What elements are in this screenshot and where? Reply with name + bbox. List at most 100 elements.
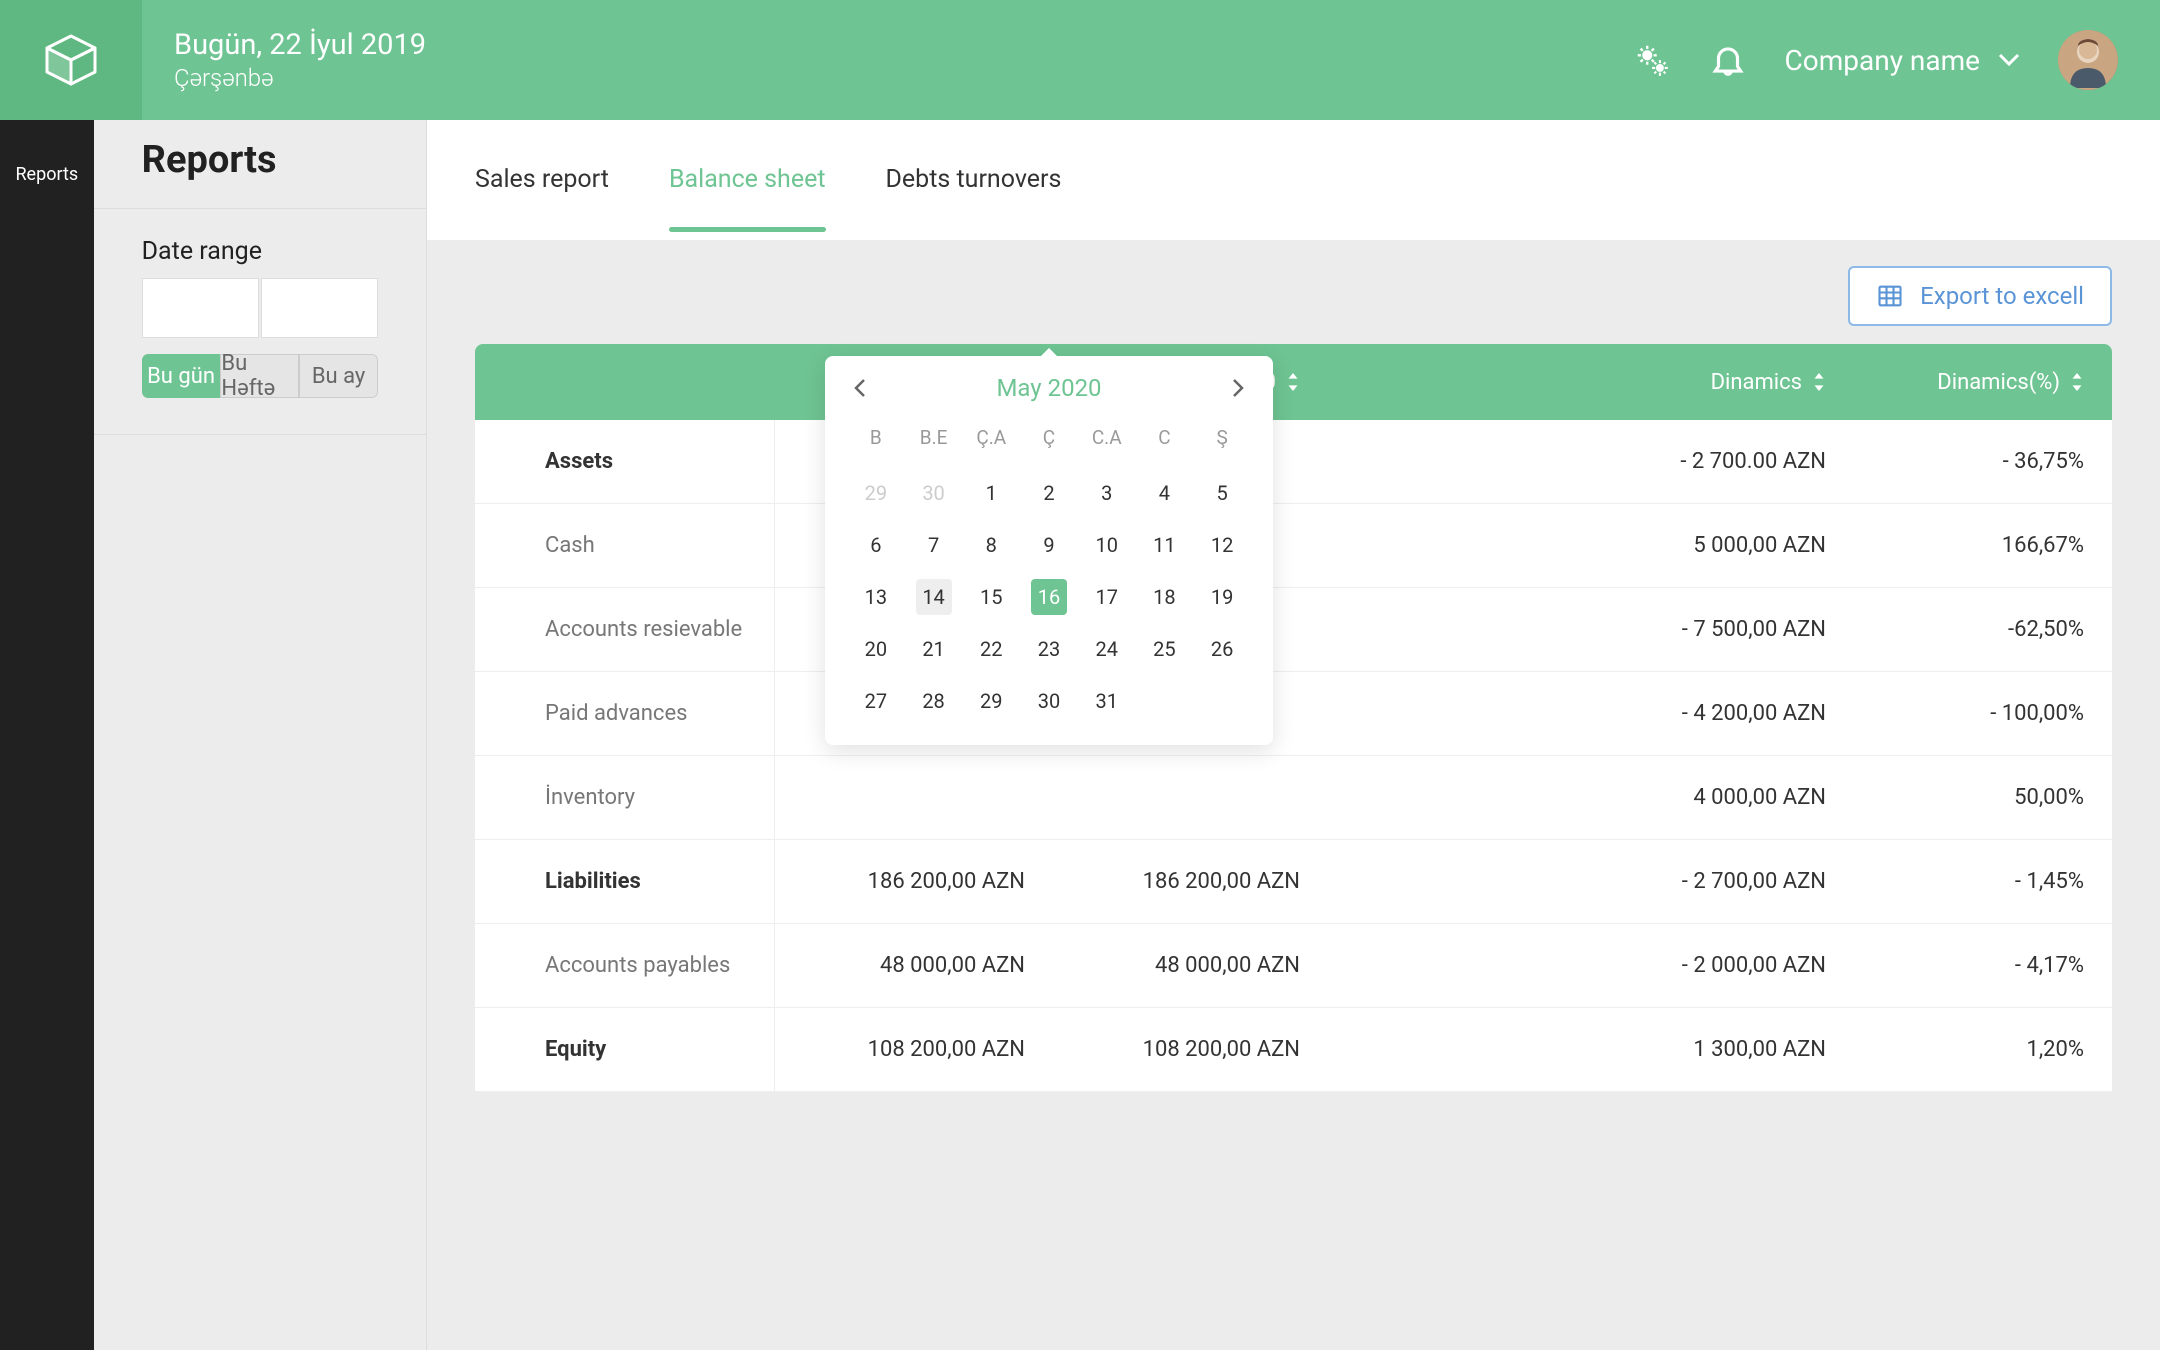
calendar-dow: Ç.A [962, 420, 1020, 459]
calendar-dow: Ş [1193, 420, 1251, 459]
calendar-dow: B [847, 420, 905, 459]
cell: - 1,45% [1854, 869, 2112, 894]
header-day: Çərşənbə [174, 64, 426, 92]
calendar-dow: B.E [905, 420, 963, 459]
calendar-day[interactable]: 8 [973, 527, 1009, 563]
sort-icon [2070, 373, 2084, 391]
cell: 186 200,00 AZN [1053, 869, 1328, 894]
table-body: Assets18- 2 700.00 AZN- 36,75%Cash5 000,… [475, 420, 2112, 1092]
calendar-day[interactable]: 23 [1031, 631, 1067, 667]
calendar-day[interactable]: 19 [1204, 579, 1240, 615]
calendar-day[interactable]: 13 [858, 579, 894, 615]
range-month-button[interactable]: Bu ay [299, 354, 378, 398]
calendar-day[interactable]: 24 [1089, 631, 1125, 667]
th-dinamics[interactable]: Dinamics [1590, 370, 1854, 395]
calendar-day[interactable]: 26 [1204, 631, 1240, 667]
calendar-day[interactable]: 12 [1204, 527, 1240, 563]
calendar-day[interactable]: 16 [1031, 579, 1067, 615]
table-header: 01.01.2020 01.01.2020 + Dinamics Din [475, 344, 2112, 420]
row-label: Equity [475, 1008, 775, 1091]
calendar-day[interactable]: 9 [1031, 527, 1067, 563]
calendar-prev-icon[interactable] [849, 376, 873, 400]
calendar-popup: May 2020 BB.EÇ.AÇC.ACŞ293012345678910111… [825, 356, 1273, 745]
tab-balance-sheet[interactable]: Balance sheet [669, 127, 826, 232]
logo-box[interactable] [0, 0, 142, 120]
cell: - 100,00% [1854, 701, 2112, 726]
row-label: Cash [475, 504, 775, 587]
calendar-day[interactable]: 3 [1089, 475, 1125, 511]
calendar-day[interactable]: 1 [973, 475, 1009, 511]
cell: - 4 200,00 AZN [1590, 701, 1854, 726]
th-dinamics-percent[interactable]: Dinamics(%) [1854, 370, 2112, 395]
calendar-day[interactable]: 18 [1146, 579, 1182, 615]
table-row: Assets18- 2 700.00 AZN- 36,75% [475, 420, 2112, 504]
range-week-button[interactable]: Bu Həftə [220, 354, 299, 398]
calendar-day[interactable]: 14 [916, 579, 952, 615]
cell: - 36,75% [1854, 449, 2112, 474]
sort-icon [1286, 373, 1300, 391]
cell: 50,00% [1854, 785, 2112, 810]
bell-icon[interactable] [1709, 41, 1747, 79]
calendar-day[interactable]: 10 [1089, 527, 1125, 563]
company-dropdown[interactable]: Company name [1785, 44, 2020, 77]
filter-section: Date range Bu gün Bu Həftə Bu ay [94, 209, 426, 435]
date-input-from[interactable] [142, 278, 259, 338]
cell: 108 200,00 AZN [775, 1037, 1053, 1062]
calendar-day[interactable]: 30 [1031, 683, 1067, 719]
calendar-day[interactable]: 22 [973, 631, 1009, 667]
sort-icon [1812, 373, 1826, 391]
calendar-day[interactable]: 15 [973, 579, 1009, 615]
tab-debts-turnovers[interactable]: Debts turnovers [886, 127, 1062, 232]
calendar-day[interactable]: 30 [916, 475, 952, 511]
calendar-next-icon[interactable] [1225, 376, 1249, 400]
calendar-day[interactable]: 25 [1146, 631, 1182, 667]
calendar-day[interactable]: 2 [1031, 475, 1067, 511]
range-today-button[interactable]: Bu gün [142, 354, 221, 398]
cell: - 2 700.00 AZN [1590, 449, 1854, 474]
cube-logo-icon [41, 30, 101, 90]
calendar-day[interactable]: 11 [1146, 527, 1182, 563]
table-row: Accounts payables48 000,00 AZN48 000,00 … [475, 924, 2112, 1008]
calendar-day[interactable]: 5 [1204, 475, 1240, 511]
export-excel-button[interactable]: Export to excell [1848, 266, 2112, 326]
header-date: Bugün, 22 İyul 2019 [174, 28, 426, 62]
cell: 1 300,00 AZN [1590, 1037, 1854, 1062]
table-row: Liabilities186 200,00 AZN186 200,00 AZN-… [475, 840, 2112, 924]
calendar-day[interactable]: 31 [1089, 683, 1125, 719]
cell: -62,50% [1854, 617, 2112, 642]
table-row: Accounts resievable1- 7 500,00 AZN-62,50… [475, 588, 2112, 672]
calendar-day[interactable]: 21 [916, 631, 952, 667]
table-row: İnventory4 000,00 AZN50,00% [475, 756, 2112, 840]
calendar-dow: Ç [1020, 420, 1078, 459]
cell: - 4,17% [1854, 953, 2112, 978]
calendar-day[interactable]: 6 [858, 527, 894, 563]
row-label: Paid advances [475, 672, 775, 755]
row-label: Liabilities [475, 840, 775, 923]
cell: - 2 700,00 AZN [1590, 869, 1854, 894]
calendar-day[interactable]: 4 [1146, 475, 1182, 511]
avatar[interactable] [2058, 30, 2118, 90]
top-header: Bugün, 22 İyul 2019 Çərşənbə Company nam… [0, 0, 2160, 120]
cell: 1,20% [1854, 1037, 2112, 1062]
table-row: Equity108 200,00 AZN108 200,00 AZN1 300,… [475, 1008, 2112, 1092]
cell: 108 200,00 AZN [1053, 1037, 1328, 1062]
calendar-day[interactable]: 20 [858, 631, 894, 667]
calendar-day[interactable]: 7 [916, 527, 952, 563]
export-label: Export to excell [1920, 282, 2084, 310]
date-input-to[interactable] [261, 278, 378, 338]
settings-icon[interactable] [1633, 41, 1671, 79]
company-name-label: Company name [1785, 44, 1980, 77]
calendar-day[interactable]: 17 [1089, 579, 1125, 615]
calendar-grid: BB.EÇ.AÇC.ACŞ293012345678910111213141516… [847, 420, 1251, 719]
row-label: Assets [475, 420, 775, 503]
tab-sales-report[interactable]: Sales report [475, 127, 609, 232]
nav-reports[interactable]: Reports [0, 134, 94, 197]
calendar-day[interactable]: 28 [916, 683, 952, 719]
balance-table: 01.01.2020 01.01.2020 + Dinamics Din [475, 344, 2112, 1092]
table-row: Paid advances - 4 200,00 AZN- 100,00% [475, 672, 2112, 756]
cell: 4 000,00 AZN [1590, 785, 1854, 810]
calendar-day[interactable]: 27 [858, 683, 894, 719]
calendar-day[interactable]: 29 [858, 475, 894, 511]
calendar-day[interactable]: 29 [973, 683, 1009, 719]
row-label: Accounts payables [475, 924, 775, 1007]
